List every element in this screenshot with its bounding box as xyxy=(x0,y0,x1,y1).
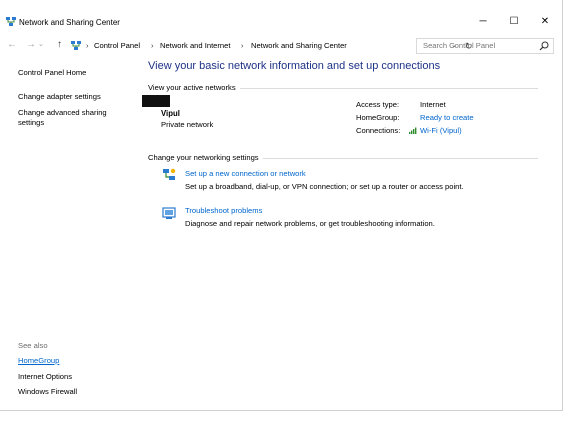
change-settings-section-header: Change your networking settings xyxy=(148,153,538,163)
page-title: View your basic network information and … xyxy=(148,60,441,72)
title-bar: Network and Sharing Center ─ ☐ ✕ xyxy=(0,0,562,32)
connections-label: Connections: xyxy=(356,126,401,135)
change-advanced-sharing-link[interactable]: Change advanced sharing settings xyxy=(18,108,128,128)
maximize-button[interactable]: ☐ xyxy=(499,15,529,29)
search-input[interactable]: Search Control Panel xyxy=(416,38,554,54)
breadcrumb-separator-icon: › xyxy=(241,41,244,50)
change-adapter-settings-link[interactable]: Change adapter settings xyxy=(18,92,101,102)
access-type-value: Internet xyxy=(420,100,446,109)
network-center-icon xyxy=(71,41,81,50)
see-also-label: See also xyxy=(18,341,48,350)
window-title: Network and Sharing Center xyxy=(19,18,120,27)
breadcrumb-separator-icon: › xyxy=(86,41,89,50)
close-button[interactable]: ✕ xyxy=(530,15,560,29)
access-type-label: Access type: xyxy=(356,100,400,109)
active-networks-label: View your active networks xyxy=(148,83,240,93)
wifi-signal-icon xyxy=(409,127,417,134)
control-panel-home-link[interactable]: Control Panel Home xyxy=(18,68,86,78)
troubleshoot-problems-link[interactable]: Troubleshoot problems xyxy=(185,206,262,216)
search-icon[interactable] xyxy=(539,41,549,51)
breadcrumb-network-sharing-center[interactable]: Network and Sharing Center xyxy=(251,39,347,53)
forward-arrow-icon[interactable]: → xyxy=(26,39,36,51)
wifi-connection-link[interactable]: Wi-Fi (Vipul) xyxy=(409,126,462,136)
up-arrow-icon[interactable]: ↑ xyxy=(57,39,62,51)
new-connection-icon xyxy=(163,168,176,180)
troubleshoot-description: Diagnose and repair network problems, or… xyxy=(185,219,435,228)
homegroup-link[interactable]: HomeGroup xyxy=(18,356,59,366)
homegroup-ready-link[interactable]: Ready to create xyxy=(420,113,474,123)
redacted-block xyxy=(142,95,170,107)
network-sharing-window: Network and Sharing Center ─ ☐ ✕ ← → ⌄ ↑… xyxy=(0,0,563,411)
change-settings-label: Change your networking settings xyxy=(148,153,263,163)
address-bar[interactable]: › Control Panel › Network and Internet ›… xyxy=(66,38,473,54)
network-name: Vipul xyxy=(161,109,180,118)
windows-firewall-link[interactable]: Windows Firewall xyxy=(18,387,77,397)
breadcrumb-network-internet[interactable]: Network and Internet xyxy=(160,39,231,53)
network-center-icon xyxy=(6,17,16,26)
breadcrumb-separator-icon: › xyxy=(151,41,154,50)
homegroup-label: HomeGroup: xyxy=(356,113,400,122)
breadcrumb-control-panel[interactable]: Control Panel xyxy=(94,39,140,53)
internet-options-link[interactable]: Internet Options xyxy=(18,372,72,382)
wifi-connection-label: Wi-Fi (Vipul) xyxy=(420,126,462,135)
active-networks-section-header: View your active networks xyxy=(148,83,538,93)
setup-connection-link[interactable]: Set up a new connection or network xyxy=(185,169,306,179)
navigation-bar: ← → ⌄ ↑ › Control Panel › Network and In… xyxy=(0,36,562,54)
back-arrow-icon[interactable]: ← xyxy=(7,39,17,51)
search-placeholder: Search Control Panel xyxy=(423,41,496,50)
minimize-button[interactable]: ─ xyxy=(468,15,498,29)
network-type-link[interactable]: Private network xyxy=(161,120,213,130)
setup-connection-description: Set up a broadband, dial-up, or VPN conn… xyxy=(185,182,464,191)
history-dropdown-icon[interactable]: ⌄ xyxy=(38,39,44,51)
troubleshoot-icon xyxy=(162,207,176,219)
